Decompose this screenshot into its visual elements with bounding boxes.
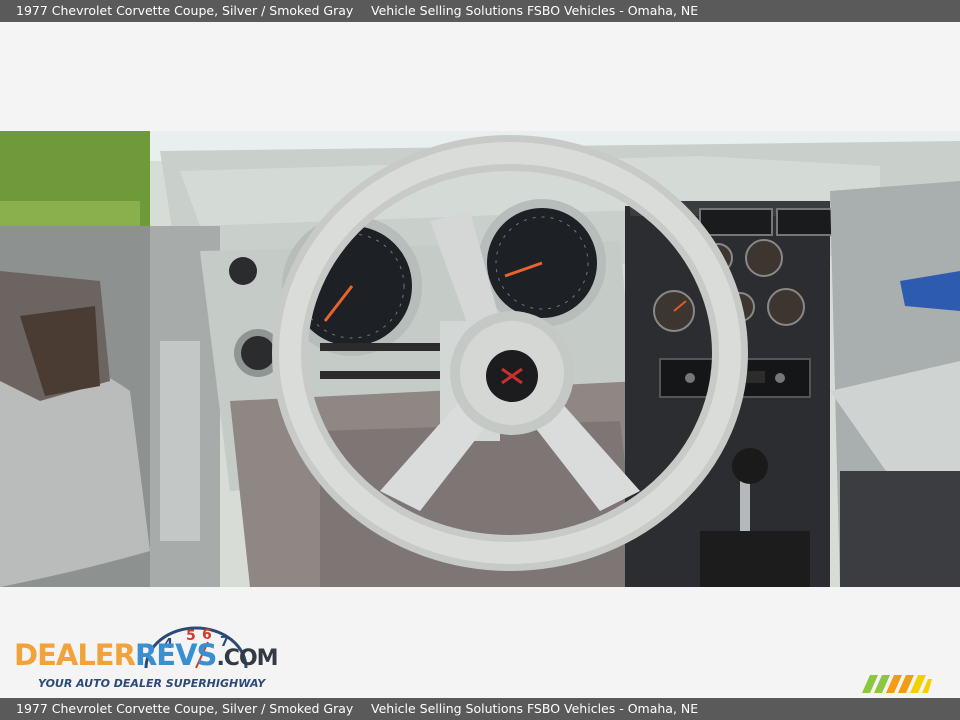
dealer-name: Vehicle Selling Solutions FSBO Vehicles … — [371, 3, 699, 18]
stripes-badge-icon — [862, 675, 932, 693]
vehicle-title: 1977 Chevrolet Corvette Coupe, Silver / … — [16, 3, 354, 18]
dealerrevs-logo[interactable]: 4 5 6 7 DEALERREVS.COM YOUR AUTO DEALER … — [12, 624, 279, 696]
upper-margin — [0, 22, 960, 132]
vehicle-photo[interactable] — [0, 131, 960, 587]
vehicle-title-footer: 1977 Chevrolet Corvette Coupe, Silver / … — [16, 701, 354, 716]
logo-word-revs: REVS — [134, 638, 217, 672]
dealer-name-footer: Vehicle Selling Solutions FSBO Vehicles … — [371, 701, 699, 716]
logo-word-com: .COM — [216, 646, 278, 671]
logo-word-dealer: DEALER — [14, 638, 136, 672]
logo-wordmark: DEALERREVS.COM — [14, 638, 279, 676]
bottom-caption-bar: 1977 Chevrolet Corvette Coupe, Silver / … — [0, 698, 960, 720]
logo-tagline: YOUR AUTO DEALER SUPERHIGHWAY — [38, 677, 266, 690]
top-caption-bar: 1977 Chevrolet Corvette Coupe, Silver / … — [0, 0, 960, 22]
